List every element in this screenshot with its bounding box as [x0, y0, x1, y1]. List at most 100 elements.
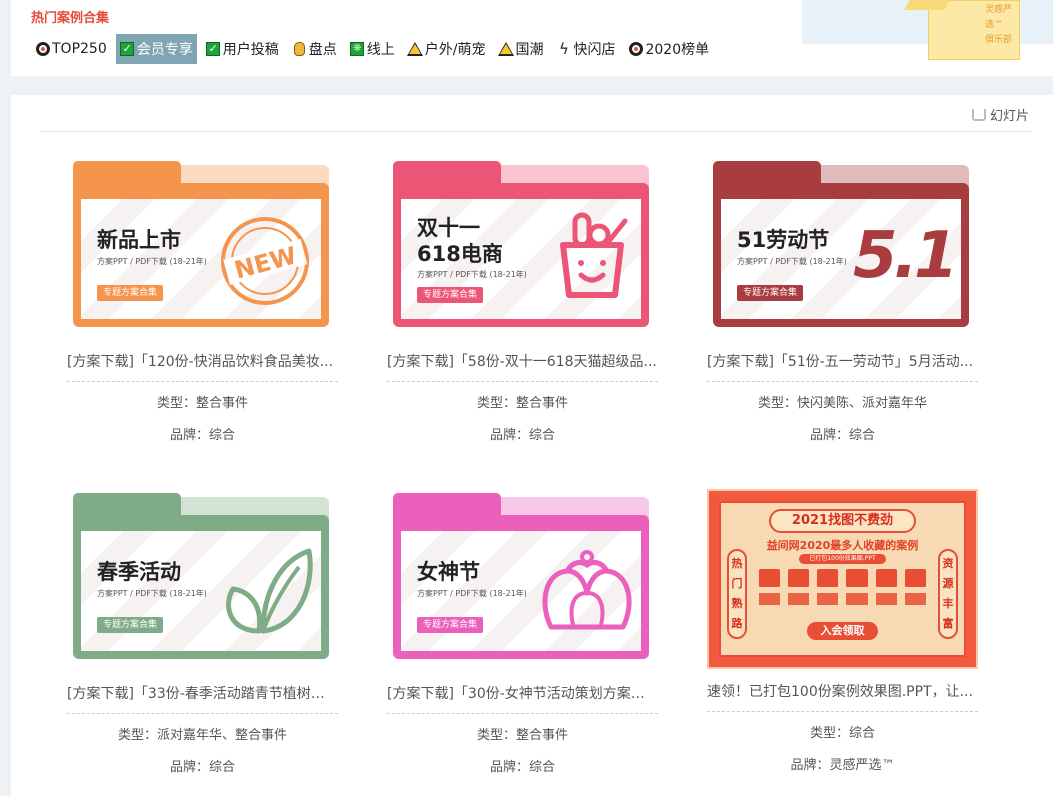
case-title[interactable]: 速领！已打包100份案例效果图.PPT，让...	[707, 681, 978, 712]
tag-label: 户外/萌宠	[424, 42, 486, 58]
case-title[interactable]: [方案下载]「33份-春季活动踏青节植树节...	[67, 683, 338, 714]
tag-2020-list[interactable]: 2020榜单	[624, 34, 713, 64]
thumb-heading: 双十一 618电商	[417, 215, 503, 267]
case-thumbnail[interactable]: 新品上市 方案PPT / PDF下载 (18-21年) 专题方案合集 NEW	[67, 159, 338, 339]
case-type: 类型：快闪美陈、派对嘉年华	[757, 396, 927, 411]
thumb-sub: 方案PPT / PDF下载 (18-21年)	[417, 589, 527, 598]
promo-poster: 2021找图不费劲 益间网2020最多人收藏的案例 已打包100份效果图.PPT…	[707, 489, 978, 669]
case-brand: 品牌：综合	[169, 428, 235, 443]
thumb-heading-line1: 双十一	[417, 216, 480, 240]
case-title[interactable]: [方案下载]「58份-双十一618天猫超级品...	[387, 351, 658, 382]
case-thumbnail[interactable]: 双十一 618电商 方案PPT / PDF下载 (18-21年) 专题方案合集	[387, 159, 658, 339]
five-one-badge: 5.1	[853, 219, 958, 293]
poster-subtitle: 益间网2020最多人收藏的案例	[766, 539, 919, 552]
thumb-heading: 春季活动	[97, 560, 181, 584]
section-title: 热门案例合集	[31, 11, 110, 26]
tag-user-submissions[interactable]: ✓ 用户投稿	[202, 34, 283, 64]
promo-text: 灵感严选™ 俱乐部	[985, 3, 1019, 48]
svg-text:NEW: NEW	[231, 241, 299, 284]
divider	[41, 131, 1031, 132]
case-card[interactable]: 2021找图不费劲 益间网2020最多人收藏的案例 已打包100份效果图.PPT…	[707, 489, 978, 773]
folder-graphic: 双十一 618电商 方案PPT / PDF下载 (18-21年) 专题方案合集	[393, 161, 649, 327]
case-type: 类型：整合事件	[156, 396, 248, 411]
warning-icon	[497, 42, 514, 57]
case-card[interactable]: 51劳动节 方案PPT / PDF下载 (18-21年) 专题方案合集 5.1 …	[707, 159, 978, 443]
case-type: 类型：整合事件	[476, 728, 568, 743]
folder-graphic: 春季活动 方案PPT / PDF下载 (18-21年) 专题方案合集	[73, 493, 329, 659]
tag-label: TOP250	[52, 41, 107, 57]
leaf-icon	[226, 548, 313, 634]
tag-outdoor-pets[interactable]: 户外/萌宠	[404, 34, 490, 64]
ring-icon	[35, 42, 50, 57]
crown-icon	[542, 550, 632, 630]
thumb-sub: 方案PPT / PDF下载 (18-21年)	[737, 257, 847, 266]
tag-top250[interactable]: TOP250	[31, 34, 111, 64]
poster-ribbon: 已打包100份效果图.PPT	[799, 554, 886, 564]
box-lid	[904, 0, 950, 10]
new-stamp-icon: NEW	[221, 217, 309, 305]
thumb-button: 专题方案合集	[417, 617, 484, 633]
ring-icon	[628, 42, 643, 57]
case-thumbnail[interactable]: 女神节 方案PPT / PDF下载 (18-21年) 专题方案合集	[387, 491, 658, 671]
promo-box-graphic[interactable]: 灵感严选™ 俱乐部	[904, 0, 1020, 60]
case-title[interactable]: [方案下载]「30份-女神节活动策划方案」...	[387, 683, 658, 714]
tag-label: 用户投稿	[222, 42, 279, 58]
tag-label: 国潮	[515, 42, 544, 58]
folder-graphic: 51劳动节 方案PPT / PDF下载 (18-21年) 专题方案合集 5.1	[713, 161, 969, 327]
tag-members-only[interactable]: ✓ 会员专享	[115, 34, 197, 64]
poster-title: 2021找图不费劲	[769, 509, 916, 533]
checkbox-icon: ✓	[120, 42, 135, 57]
tag-row: TOP250 ✓ 会员专享 ✓ 用户投稿 盘点 ❋ 线上 户外/萌宠 国潮 ϟ 快闪店 …	[31, 34, 718, 64]
thumb-button: 专题方案合集	[97, 285, 164, 301]
warning-icon	[407, 42, 424, 57]
hand-icon	[292, 42, 307, 57]
tag-label: 盘点	[308, 42, 337, 58]
case-brand: 品牌：综合	[809, 428, 875, 443]
thumb-button: 专题方案合集	[737, 285, 804, 301]
tag-popup-store[interactable]: ϟ 快闪店	[552, 34, 619, 64]
tag-label: 会员专享	[136, 42, 193, 58]
cart-icon	[971, 108, 986, 121]
case-title[interactable]: [方案下载]「120份-快消品饮料食品美妆...	[67, 351, 338, 382]
case-thumbnail[interactable]: 51劳动节 方案PPT / PDF下载 (18-21年) 专题方案合集 5.1	[707, 159, 978, 339]
case-title[interactable]: [方案下载]「51份-五一劳动节」5月活动...	[707, 351, 978, 382]
bolt-icon: ϟ	[559, 39, 569, 58]
case-type: 类型：派对嘉年华、整合事件	[117, 728, 287, 743]
case-list-panel: 幻灯片 新品上市 方案PPT / PDF下载 (18-21年) 专题方案合集 N…	[11, 95, 1053, 796]
promo-line1: 灵感严选™	[985, 5, 1013, 30]
tag-label: 线上	[366, 42, 395, 58]
case-thumbnail[interactable]: 2021找图不费劲 益间网2020最多人收藏的案例 已打包100份效果图.PPT…	[707, 489, 978, 669]
case-brand: 品牌：综合	[489, 428, 555, 443]
folder-graphic: 新品上市 方案PPT / PDF下载 (18-21年) 专题方案合集 NEW	[73, 161, 329, 327]
thumb-heading: 女神节	[417, 560, 480, 584]
tag-roundup[interactable]: 盘点	[288, 34, 341, 64]
case-type: 类型：整合事件	[476, 396, 568, 411]
slideshow-label: 幻灯片	[989, 109, 1029, 124]
poster-folder-grid	[759, 569, 926, 605]
case-brand: 品牌：综合	[489, 760, 555, 775]
poster-right-side: 资源丰富	[938, 549, 958, 639]
thumb-button: 专题方案合集	[417, 287, 484, 303]
poster-left-side: 热门熟路	[727, 549, 747, 639]
thumb-button: 专题方案合集	[97, 617, 164, 633]
tag-online[interactable]: ❋ 线上	[346, 34, 399, 64]
sparkle-icon: ❋	[350, 42, 365, 57]
case-card[interactable]: 新品上市 方案PPT / PDF下载 (18-21年) 专题方案合集 NEW […	[67, 159, 338, 443]
thumb-sub: 方案PPT / PDF下载 (18-21年)	[417, 270, 527, 279]
thumb-heading: 51劳动节	[737, 228, 830, 252]
tag-guochao[interactable]: 国潮	[494, 34, 547, 64]
shopping-bag-icon	[560, 212, 628, 298]
promo-line2: 俱乐部	[985, 35, 1013, 45]
case-thumbnail[interactable]: 春季活动 方案PPT / PDF下载 (18-21年) 专题方案合集	[67, 491, 338, 671]
poster-join-button: 入会领取	[807, 622, 878, 640]
tag-label: 快闪店	[573, 42, 616, 58]
slideshow-button[interactable]: 幻灯片	[971, 105, 1029, 124]
case-brand: 品牌：灵感严选™	[790, 758, 895, 773]
case-type: 类型：综合	[809, 726, 875, 741]
case-card[interactable]: 女神节 方案PPT / PDF下载 (18-21年) 专题方案合集 [方案下载]…	[387, 491, 658, 775]
case-brand: 品牌：综合	[169, 760, 235, 775]
thumb-sub: 方案PPT / PDF下载 (18-21年)	[97, 257, 207, 266]
case-card[interactable]: 春季活动 方案PPT / PDF下载 (18-21年) 专题方案合集 [方案下载…	[67, 491, 338, 775]
case-card[interactable]: 双十一 618电商 方案PPT / PDF下载 (18-21年) 专题方案合集 …	[387, 159, 658, 443]
thumb-heading: 新品上市	[97, 228, 181, 252]
